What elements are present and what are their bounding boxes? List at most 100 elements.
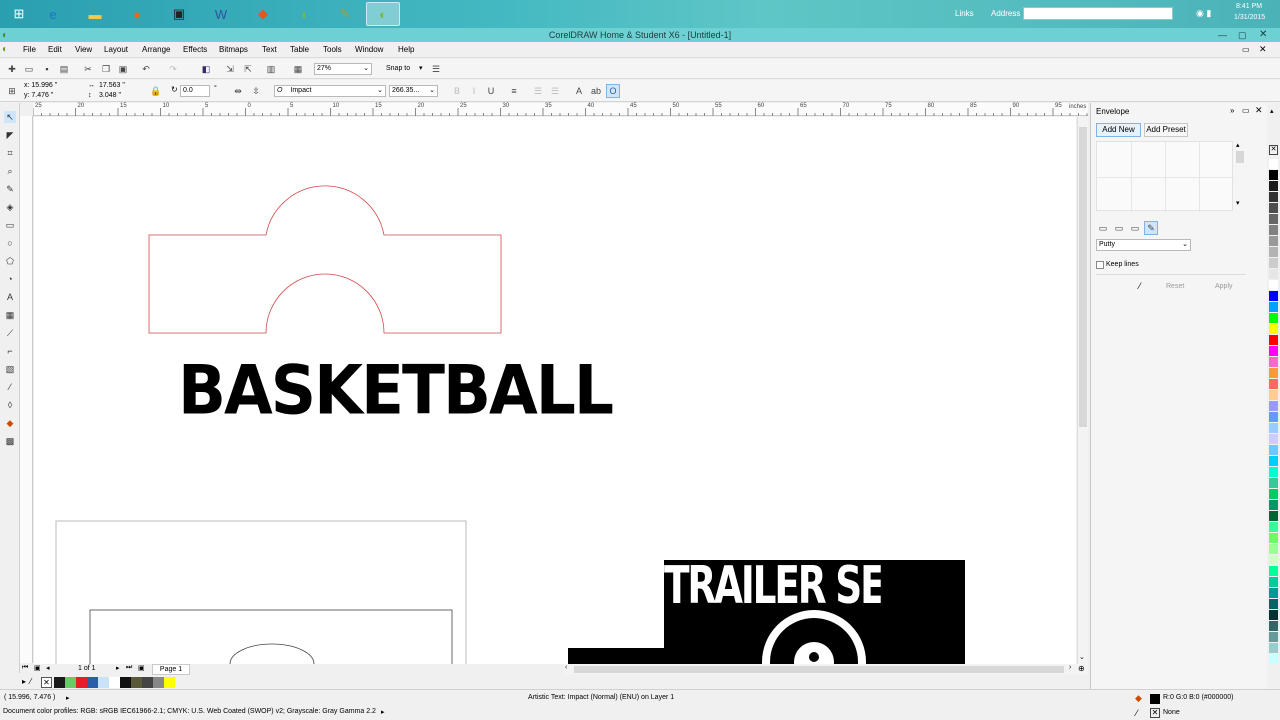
palette-color-swatch[interactable] (1269, 434, 1278, 444)
menu-view[interactable]: View (75, 45, 92, 54)
palette-eyedropper-icon[interactable]: ⁄ (30, 677, 31, 686)
court-outline-2-shape[interactable] (89, 609, 453, 664)
eyedropper-icon[interactable]: ⁄ (1139, 281, 1141, 291)
vertical-text-icon[interactable]: O (606, 84, 620, 98)
palette-color-swatch[interactable] (1269, 269, 1278, 279)
vertical-scrollbar[interactable]: ⌄ (1077, 117, 1088, 664)
fill-tool-icon[interactable]: ◆ (4, 417, 16, 429)
redo-icon[interactable]: ↷ (167, 63, 179, 75)
edit-text-icon[interactable]: ab (590, 85, 602, 97)
prev-page-icon[interactable]: ◂ (46, 664, 50, 672)
double-arc-mode-icon[interactable]: ▭ (1129, 222, 1141, 234)
effects-tool-icon[interactable]: ▧ (4, 363, 16, 375)
zoom-tool-icon[interactable]: ⌕ (4, 165, 16, 177)
reset-button[interactable]: Reset (1166, 283, 1184, 290)
horizontal-scrollbar[interactable]: ‹ › ⊕ (564, 664, 1088, 675)
palette-color-swatch[interactable] (1269, 566, 1278, 576)
palette-color-swatch[interactable] (1269, 555, 1278, 565)
palette-color-swatch[interactable] (1269, 390, 1278, 400)
palette-color-swatch[interactable] (1269, 500, 1278, 510)
horizontal-scroll-thumb[interactable] (574, 666, 1064, 673)
palette-menu-icon[interactable]: ▴ (1270, 107, 1274, 115)
palette-color-swatch[interactable] (1269, 544, 1278, 554)
start-icon[interactable]: ⊞ (2, 2, 36, 26)
menu-window[interactable]: Window (355, 45, 383, 54)
outline-color-swatch[interactable]: ✕ (1150, 708, 1160, 718)
x-position[interactable]: x: 15.996 " (24, 82, 57, 89)
palette-color-swatch[interactable] (1269, 346, 1278, 356)
font-list[interactable]: O Impact ⌄ (274, 85, 386, 97)
palette-color-swatch[interactable] (1269, 280, 1278, 290)
palette-color-swatch[interactable] (1269, 412, 1278, 422)
menu-effects[interactable]: Effects (183, 45, 207, 54)
palette-swatch[interactable] (131, 677, 142, 688)
palette-color-swatch[interactable] (1269, 379, 1278, 389)
align-icon[interactable]: ≡ (508, 85, 520, 97)
open-icon[interactable]: ▭ (23, 63, 35, 75)
object-origin-icon[interactable]: ⊞ (6, 85, 18, 97)
palette-color-swatch[interactable] (1269, 324, 1278, 334)
palette-color-swatch[interactable] (1269, 533, 1278, 543)
first-page-icon[interactable]: ⏮ (22, 664, 28, 672)
scroll-down-icon[interactable]: ⌄ (1079, 653, 1085, 661)
publish-icon[interactable]: ▥ (265, 63, 277, 75)
palette-color-swatch[interactable] (1269, 522, 1278, 532)
word-icon[interactable]: W (204, 2, 238, 26)
cut-icon[interactable]: ✂ (82, 63, 94, 75)
export-icon[interactable]: ⇱ (242, 63, 254, 75)
print-icon[interactable]: ▤ (58, 63, 70, 75)
court-arc-shape[interactable] (229, 643, 315, 664)
palette-color-swatch[interactable] (1269, 313, 1278, 323)
single-arc-mode-icon[interactable]: ▭ (1113, 222, 1125, 234)
page-tab[interactable]: Page 1 (152, 664, 190, 675)
menu-arrange[interactable]: Arrange (142, 45, 170, 54)
palette-color-swatch[interactable] (1269, 632, 1278, 642)
palette-color-swatch[interactable] (1269, 291, 1278, 301)
basic-shapes-icon[interactable]: ◔ (4, 273, 16, 285)
palette-color-swatch[interactable] (1269, 368, 1278, 378)
table-tool-icon[interactable]: ▦ (4, 309, 16, 321)
palette-arrow-icon[interactable]: ▸ (22, 677, 26, 686)
scroll-left-icon[interactable]: ‹ (565, 664, 567, 671)
eyedropper-tool-icon[interactable]: ⁄ (4, 381, 16, 393)
ie-icon[interactable]: e (36, 2, 70, 26)
last-page-icon[interactable]: ⏭ (126, 664, 132, 672)
menu-layout[interactable]: Layout (104, 45, 128, 54)
search-content-icon[interactable]: ◧ (200, 63, 212, 75)
next-page-icon[interactable]: ▸ (116, 664, 120, 672)
no-fill-swatch[interactable]: ✕ (1269, 145, 1278, 155)
palette-color-swatch[interactable] (1269, 335, 1278, 345)
scroll-down-icon[interactable]: ▾ (1236, 199, 1240, 207)
folder-icon[interactable]: ▬ (78, 2, 112, 26)
palette-swatch[interactable] (109, 677, 120, 688)
doc-close-icon[interactable]: ✕ (1259, 44, 1267, 55)
lock-ratio-icon[interactable]: 🔒 (150, 85, 162, 97)
palette-swatch[interactable] (153, 677, 164, 688)
paste-icon[interactable]: ▣ (117, 63, 129, 75)
firefox-icon[interactable]: ● (120, 2, 154, 26)
palette-swatch[interactable] (164, 677, 175, 688)
keep-lines-checkbox[interactable] (1096, 261, 1104, 269)
menu-file[interactable]: File (23, 45, 36, 54)
drawing-canvas[interactable]: BASKETBALL TRAILER SERVICE (34, 117, 1076, 664)
palette-color-swatch[interactable] (1269, 258, 1278, 268)
interactive-fill-icon[interactable]: ▩ (4, 435, 16, 447)
snap-to-label[interactable]: Snap to (386, 65, 410, 72)
add-new-button[interactable]: Add New (1096, 123, 1141, 137)
apply-button[interactable]: Apply (1215, 283, 1233, 290)
trailer-bar-shape[interactable] (568, 648, 668, 664)
palette-color-swatch[interactable] (1269, 489, 1278, 499)
freehand-tool-icon[interactable]: ✎ (4, 183, 16, 195)
palette-color-swatch[interactable] (1269, 467, 1278, 477)
palette-color-swatch[interactable] (1269, 236, 1278, 246)
text-properties-icon[interactable]: A (573, 85, 585, 97)
address-input[interactable] (1023, 7, 1173, 20)
palette-color-swatch[interactable] (1269, 511, 1278, 521)
palette-swatch[interactable] (87, 677, 98, 688)
bitdefender-icon[interactable]: ▣ (162, 2, 196, 26)
coreldraw-active-icon[interactable]: ◐ (366, 2, 400, 26)
palette-swatch[interactable] (54, 677, 65, 688)
chevron-down-icon[interactable]: ▾ (419, 64, 423, 72)
mirror-h-icon[interactable]: ⇹ (232, 85, 244, 97)
fill-color-swatch[interactable] (1150, 694, 1160, 704)
